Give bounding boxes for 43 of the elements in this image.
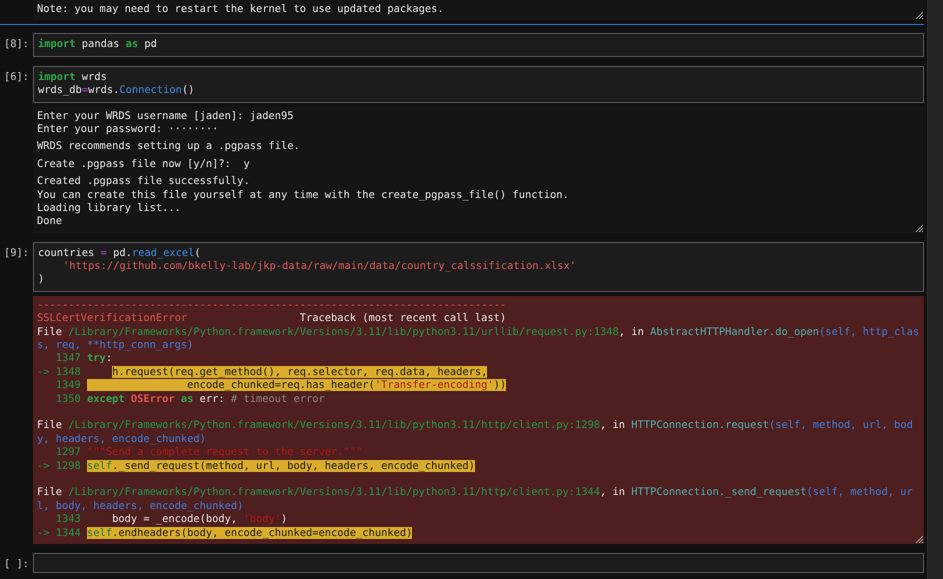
code-editor[interactable]: import wrds wrds_db=wrds.Connection(): [33, 66, 924, 103]
traceback-line: -> 1344 self.endheaders(body, encode_chunked=encode_chunked): [37, 526, 414, 540]
traceback-line: 1347 try:: [54, 352, 114, 366]
traceback-line: SSLCertVerificationError Traceback (most recent call last): [37, 312, 508, 326]
code-editor[interactable]: import pandas as pd: [33, 33, 924, 57]
code-line: 'https://github.com/bkelly-lab/jkp-data/raw/main/data/country_calssification.xlsx': [62, 260, 577, 274]
traceback-line: 1343 body = _encode(body, 'body'): [54, 513, 288, 526]
traceback-line: File /Library/Frameworks/Python.framework/Versions/3.11/lib/python3.11/http/client.py:1344, in HTTPConnection._send_request(self, method, ur: [37, 486, 914, 500]
resize-handle-icon[interactable]: [915, 224, 923, 232]
execution-prompt: [8]:: [3, 37, 30, 52]
resize-handle-icon[interactable]: [915, 11, 923, 20]
traceback-line: l, body, headers, encode_chunked): [37, 500, 244, 514]
output-line: Create .pgpass file now [y/n]?: y: [37, 158, 251, 172]
traceback-line: s, req, **http_conn_args): [37, 339, 194, 352]
code-line: ): [38, 273, 46, 287]
output-line: WRDS recommends setting up a .pgpass file.: [37, 140, 301, 154]
code-editor[interactable]: countries = pd.read_excel( 'https://github.com/bkelly-lab/jkp-data/raw/main/data/country_calssification.xlsx' ): [33, 242, 924, 292]
output-line: Enter your password: ········: [37, 122, 220, 136]
traceback-line: ---------------------------------------------------------------------------: [37, 298, 508, 312]
traceback-line: -> 1298 self._send_request(method, url, body, headers, encode_chunked): [37, 460, 476, 473]
traceback-line: 1297 """Send a complete request to the server.""": [54, 446, 364, 460]
execution-prompt: [6]:: [3, 70, 30, 84]
output-line: You can create this file yourself at any time with the create_pgpass_file() function.: [37, 188, 570, 202]
traceback-line: 1349 encode_chunked=req.has_header('Transfer-encoding')): [54, 379, 508, 393]
output-line: Loading library list...: [37, 202, 182, 216]
output-line: Done: [37, 215, 64, 229]
traceback-line: File /Library/Frameworks/Python.framework/Versions/3.11/lib/python3.11/http/client.py:1298, in HTTPConnection.request(self, method, url, bod: [37, 419, 914, 433]
code-line: wrds_db=wrds.Connection(): [38, 84, 196, 98]
traceback-line: y, headers, encode_chunked): [37, 432, 207, 446]
execution-prompt: [9]:: [3, 246, 30, 260]
output-line: Note: you may need to restart the kernel to use updated packages.: [37, 3, 445, 16]
code-line: import wrds: [38, 70, 108, 84]
resize-handle-icon[interactable]: [915, 534, 923, 543]
scrollbar[interactable]: [927, 0, 943, 579]
output-line: Enter your WRDS username [jaden]: jaden95: [37, 110, 294, 123]
code-line: countries = pd.read_excel(: [38, 246, 202, 260]
traceback-line: 1350 except OSError as err: # timeout error: [54, 392, 326, 406]
execution-prompt: [ ]:: [3, 556, 30, 572]
traceback-line: -> 1348 h.request(req.get_method(), req.selector, req.data, headers,: [37, 366, 488, 380]
code-editor[interactable]: [33, 552, 924, 573]
code-line: import pandas as pd: [38, 38, 158, 52]
traceback-line: File /Library/Frameworks/Python.framework/Versions/3.11/lib/python3.11/urllib/request.py:1348, in AbstractHTTPHandler.do_open(self, http_clas: [37, 326, 920, 340]
output-line: Created .pgpass file successfully.: [37, 175, 251, 189]
